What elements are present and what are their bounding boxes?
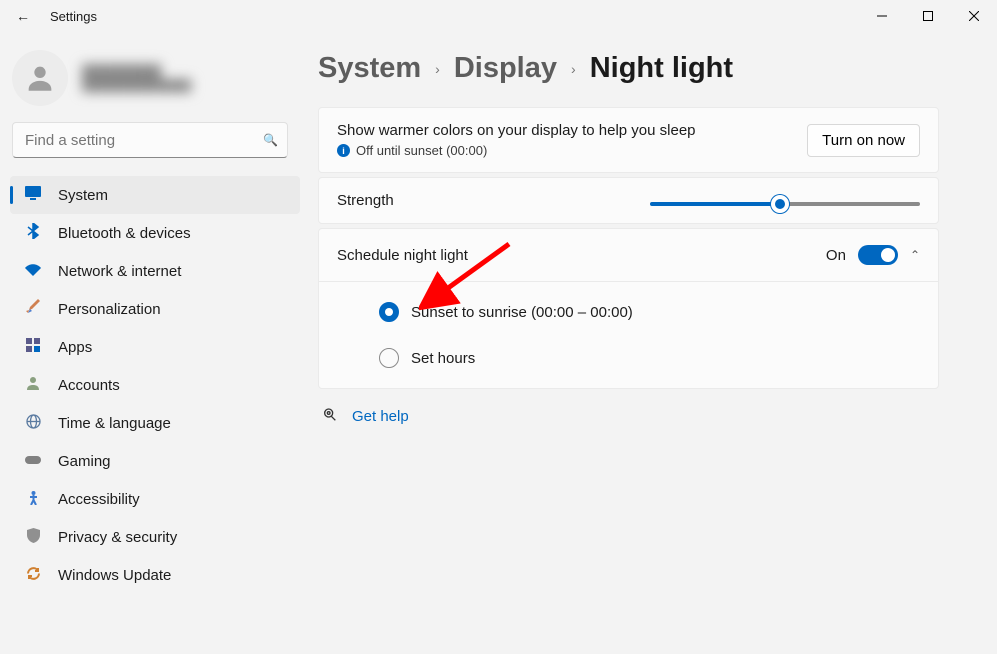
user-name-blurred: ████████ ██████████████ xyxy=(82,64,191,92)
sidebar-item-accessibility[interactable]: Accessibility xyxy=(10,480,300,518)
apps-icon xyxy=(24,338,42,356)
bluetooth-devices-icon xyxy=(24,223,42,243)
collapse-chevron-icon[interactable]: ⌃ xyxy=(910,248,920,262)
search-icon: 🔍 xyxy=(263,133,278,147)
sidebar-item-gaming[interactable]: Gaming xyxy=(10,442,300,480)
maximize-button[interactable] xyxy=(905,0,951,32)
window-title: Settings xyxy=(50,9,97,24)
night-light-description: Show warmer colors on your display to he… xyxy=(337,122,807,139)
sidebar-item-label: Apps xyxy=(58,339,92,356)
page-title: Night light xyxy=(590,52,733,85)
accounts-icon xyxy=(24,376,42,394)
search-input[interactable] xyxy=(12,122,288,158)
get-help-link[interactable]: Get help xyxy=(352,408,409,425)
accessibility-icon xyxy=(24,490,42,509)
sidebar-item-bluetooth-devices[interactable]: Bluetooth & devices xyxy=(10,214,300,252)
minimize-button[interactable] xyxy=(859,0,905,32)
user-account-row[interactable]: ████████ ██████████████ xyxy=(10,42,300,120)
strength-slider[interactable] xyxy=(650,202,920,206)
radio-set-hours[interactable]: Set hours xyxy=(379,348,920,368)
windows-update-icon xyxy=(24,566,42,585)
sidebar-item-label: Personalization xyxy=(58,301,161,318)
sidebar-item-label: Accounts xyxy=(58,377,120,394)
sidebar-item-network-internet[interactable]: Network & internet xyxy=(10,252,300,290)
radio-sunset-label: Sunset to sunrise (00:00 – 00:00) xyxy=(411,304,633,321)
turn-on-now-button[interactable]: Turn on now xyxy=(807,124,920,157)
sidebar-item-label: Bluetooth & devices xyxy=(58,225,191,242)
radio-sunset-to-sunrise[interactable]: Sunset to sunrise (00:00 – 00:00) xyxy=(379,302,920,322)
sidebar-item-label: Network & internet xyxy=(58,263,181,280)
avatar xyxy=(12,50,68,106)
sidebar-item-time-language[interactable]: Time & language xyxy=(10,404,300,442)
sidebar-item-accounts[interactable]: Accounts xyxy=(10,366,300,404)
close-button[interactable] xyxy=(951,0,997,32)
gaming-icon xyxy=(24,453,42,470)
info-icon: i xyxy=(337,144,350,157)
back-button[interactable]: ← xyxy=(16,8,30,24)
sidebar-item-label: Accessibility xyxy=(58,491,140,508)
sidebar-item-personalization[interactable]: Personalization xyxy=(10,290,300,328)
network-internet-icon xyxy=(24,263,42,280)
breadcrumb: System › Display › Night light xyxy=(318,52,939,85)
sidebar-item-system[interactable]: System xyxy=(10,176,300,214)
privacy-security-icon xyxy=(24,528,42,547)
radio-icon xyxy=(379,348,399,368)
sidebar-item-apps[interactable]: Apps xyxy=(10,328,300,366)
radio-icon xyxy=(379,302,399,322)
breadcrumb-display[interactable]: Display xyxy=(454,52,557,85)
radio-set-hours-label: Set hours xyxy=(411,350,475,367)
sidebar-item-privacy-security[interactable]: Privacy & security xyxy=(10,518,300,556)
time-language-icon xyxy=(24,414,42,433)
sidebar-item-label: Privacy & security xyxy=(58,529,177,546)
schedule-label: Schedule night light xyxy=(337,247,468,264)
schedule-toggle-state: On xyxy=(826,247,846,264)
sidebar-item-label: System xyxy=(58,187,108,204)
breadcrumb-system[interactable]: System xyxy=(318,52,421,85)
sidebar-item-label: Gaming xyxy=(58,453,111,470)
system-icon xyxy=(24,186,42,204)
strength-label: Strength xyxy=(337,192,394,209)
night-light-status: Off until sunset (00:00) xyxy=(356,143,487,158)
schedule-toggle[interactable] xyxy=(858,245,898,265)
personalization-icon xyxy=(24,299,42,319)
help-icon xyxy=(322,407,338,426)
sidebar-item-windows-update[interactable]: Windows Update xyxy=(10,556,300,594)
sidebar-item-label: Windows Update xyxy=(58,567,171,584)
sidebar-item-label: Time & language xyxy=(58,415,171,432)
